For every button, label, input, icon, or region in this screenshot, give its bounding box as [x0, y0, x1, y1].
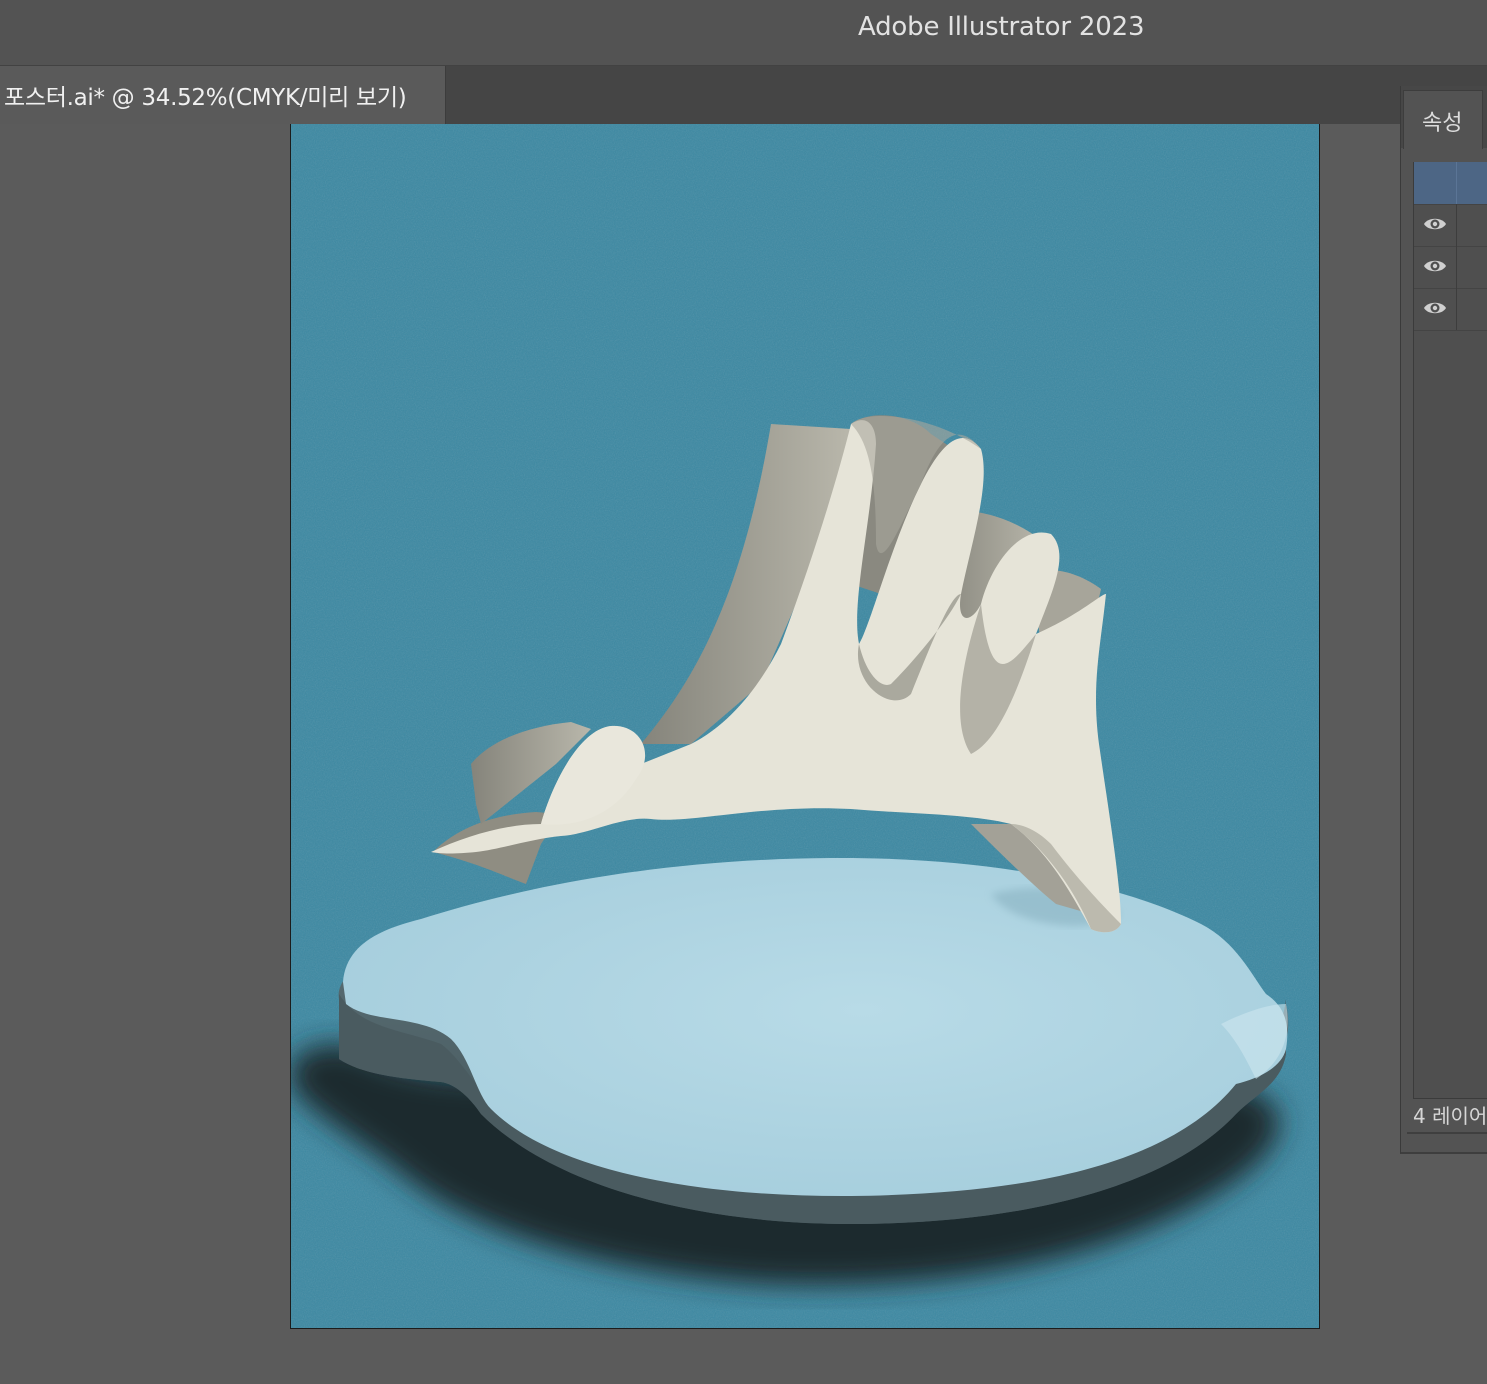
- layer-visibility-toggle[interactable]: [1414, 246, 1456, 288]
- eye-icon: [1424, 302, 1446, 314]
- artboard[interactable]: [290, 124, 1320, 1329]
- layer-divider: [1456, 288, 1457, 330]
- layer-row[interactable]: [1414, 162, 1487, 205]
- layer-row[interactable]: [1414, 288, 1487, 331]
- tab-properties[interactable]: 속성: [1403, 90, 1483, 149]
- poster-artwork: [291, 124, 1319, 1328]
- layer-divider: [1456, 204, 1457, 246]
- panel-tab-bar: 속성: [1401, 86, 1487, 149]
- layer-row[interactable]: [1414, 204, 1487, 247]
- eye-icon: [1424, 218, 1446, 230]
- layer-visibility-toggle[interactable]: [1414, 204, 1456, 246]
- layer-visibility-toggle[interactable]: [1414, 162, 1456, 204]
- document-tab-bar: 포스터.ai* @ 34.52%(CMYK/미리 보기): [0, 66, 1487, 124]
- document-tab-label: 포스터.ai* @ 34.52%(CMYK/미리 보기): [4, 85, 407, 111]
- eye-icon: [1424, 260, 1446, 272]
- layer-divider: [1456, 246, 1457, 288]
- document-tab[interactable]: 포스터.ai* @ 34.52%(CMYK/미리 보기): [0, 66, 446, 124]
- layer-count-label: 4 레이어: [1413, 1104, 1487, 1128]
- layers-list: [1413, 162, 1487, 1099]
- properties-panel: 속성 4 레이어: [1400, 86, 1487, 1154]
- layer-row[interactable]: [1414, 246, 1487, 289]
- title-bar: Adobe Illustrator 2023: [0, 0, 1487, 66]
- tab-properties-label: 속성: [1422, 111, 1463, 136]
- layer-visibility-toggle[interactable]: [1414, 288, 1456, 330]
- layer-divider: [1456, 162, 1457, 204]
- panel-divider: [1407, 1132, 1487, 1134]
- app-title: Adobe Illustrator 2023: [858, 12, 1145, 42]
